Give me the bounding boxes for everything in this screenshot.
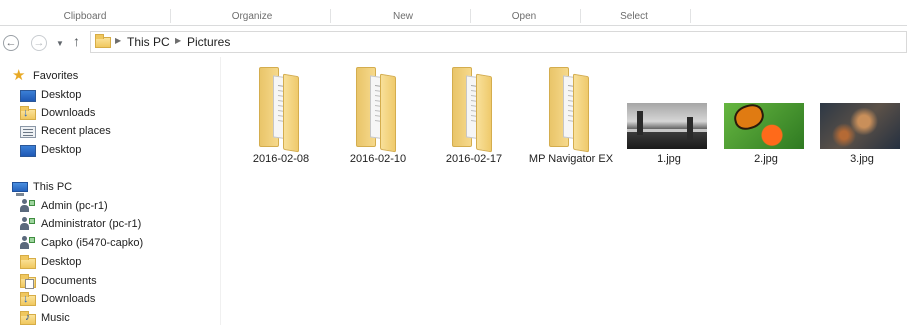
image-thumbnail <box>724 103 804 149</box>
ribbon-group-organize: Organize <box>231 11 273 22</box>
ribbon-separator <box>330 9 331 23</box>
downloads-icon <box>20 291 36 306</box>
folder-icon <box>259 67 305 153</box>
nav-item-music[interactable]: Music <box>20 309 70 325</box>
file-item-folder[interactable]: MP Navigator EX <box>527 57 615 172</box>
nav-item-desktop-folder[interactable]: Desktop <box>20 253 81 271</box>
file-item-image[interactable]: 3.jpg <box>818 57 906 172</box>
nav-item-admin[interactable]: Admin (pc-r1) <box>20 197 108 215</box>
nav-item-administrator[interactable]: Administrator (pc-r1) <box>20 215 141 233</box>
ribbon-group-select: Select <box>620 11 648 22</box>
nav-item-label: Documents <box>41 275 97 287</box>
documents-icon <box>20 273 36 289</box>
nav-item-label: Desktop <box>41 256 82 268</box>
pictures-folder-icon <box>95 34 111 48</box>
recent-locations-chevron-icon[interactable]: ▼ <box>56 39 64 48</box>
downloads-icon <box>20 105 36 120</box>
nav-item-desktop[interactable]: Desktop <box>20 86 81 104</box>
breadcrumb-this-pc[interactable]: This PC <box>127 35 170 49</box>
folder-icon <box>356 67 402 153</box>
file-name: 2.jpg <box>754 153 778 165</box>
file-name: 2016-02-08 <box>252 153 310 165</box>
user-network-icon <box>20 217 36 231</box>
nav-item-label: Recent places <box>41 125 111 137</box>
file-name: 2016-02-17 <box>445 153 503 165</box>
nav-favorites[interactable]: ★ Favorites <box>12 67 78 85</box>
file-name: MP Navigator EX <box>528 153 614 165</box>
address-row: ← → ▼ ↑ ▶ This PC ▶ Pictures <box>0 27 907 57</box>
nav-item-label: Administrator (pc-r1) <box>41 218 142 230</box>
nav-item-label: Desktop <box>41 89 82 101</box>
ribbon-group-clipboard: Clipboard <box>63 11 107 22</box>
ribbon-separator <box>170 9 171 23</box>
nav-item-label: Capko (i5470-capko) <box>41 237 144 249</box>
ribbon-group-new: New <box>392 11 413 22</box>
folder-icon <box>549 67 595 153</box>
file-name: 1.jpg <box>657 153 681 165</box>
up-arrow-icon[interactable]: ↑ <box>73 33 80 49</box>
ribbon-separator <box>580 9 581 23</box>
file-name: 2016-02-10 <box>349 153 407 165</box>
desktop-icon <box>20 89 36 102</box>
desktop-folder-icon <box>20 254 36 269</box>
file-item-folder[interactable]: 2016-02-10 <box>334 57 422 172</box>
recent-places-icon <box>20 125 36 138</box>
nav-item-label: Downloads <box>41 107 96 119</box>
nav-item-recent-places[interactable]: Recent places <box>20 122 111 140</box>
nav-item-downloads[interactable]: Downloads <box>20 290 95 308</box>
image-thumbnail <box>820 103 900 149</box>
image-thumbnail <box>627 103 707 149</box>
nav-item-capko[interactable]: Capko (i5470-capko) <box>20 234 143 252</box>
file-item-folder[interactable]: 2016-02-17 <box>430 57 518 172</box>
file-item-image[interactable]: 2.jpg <box>722 57 810 172</box>
nav-favorites-label: Favorites <box>33 70 79 82</box>
nav-this-pc[interactable]: This PC <box>12 178 72 196</box>
file-list: 2016-02-08 2016-02-10 2016-02-17 MP Navi… <box>222 57 907 325</box>
breadcrumb-chevron-icon[interactable]: ▶ <box>175 36 181 45</box>
nav-item-label: Downloads <box>41 293 96 305</box>
nav-item-label: Music <box>41 312 70 324</box>
navigation-pane: ★ Favorites Desktop Downloads Recent pla… <box>0 57 222 325</box>
nav-item-desktop[interactable]: Desktop <box>20 141 81 159</box>
file-name: 3.jpg <box>850 153 874 165</box>
ribbon: Clipboard Organize New Open Select <box>0 0 907 26</box>
nav-this-pc-label: This PC <box>33 181 73 193</box>
desktop-icon <box>20 144 36 157</box>
file-item-folder[interactable]: 2016-02-08 <box>237 57 325 172</box>
user-network-icon <box>20 199 36 213</box>
file-item-image[interactable]: 1.jpg <box>625 57 713 172</box>
nav-item-label: Desktop <box>41 144 82 156</box>
nav-item-documents[interactable]: Documents <box>20 272 97 290</box>
forward-button[interactable]: → <box>31 35 47 51</box>
star-icon: ★ <box>12 67 26 84</box>
pane-divider[interactable] <box>220 57 221 325</box>
computer-icon <box>12 181 28 196</box>
breadcrumb-pictures[interactable]: Pictures <box>187 35 230 49</box>
ribbon-group-open: Open <box>511 11 537 22</box>
ribbon-separator <box>690 9 691 23</box>
address-bar[interactable]: ▶ This PC ▶ Pictures <box>90 31 907 53</box>
back-button[interactable]: ← <box>3 35 19 51</box>
folder-icon <box>452 67 498 153</box>
nav-item-label: Admin (pc-r1) <box>41 200 108 212</box>
user-network-icon <box>20 236 36 250</box>
nav-item-downloads[interactable]: Downloads <box>20 104 95 122</box>
music-icon <box>20 310 36 325</box>
ribbon-separator <box>470 9 471 23</box>
breadcrumb-chevron-icon[interactable]: ▶ <box>115 36 121 45</box>
